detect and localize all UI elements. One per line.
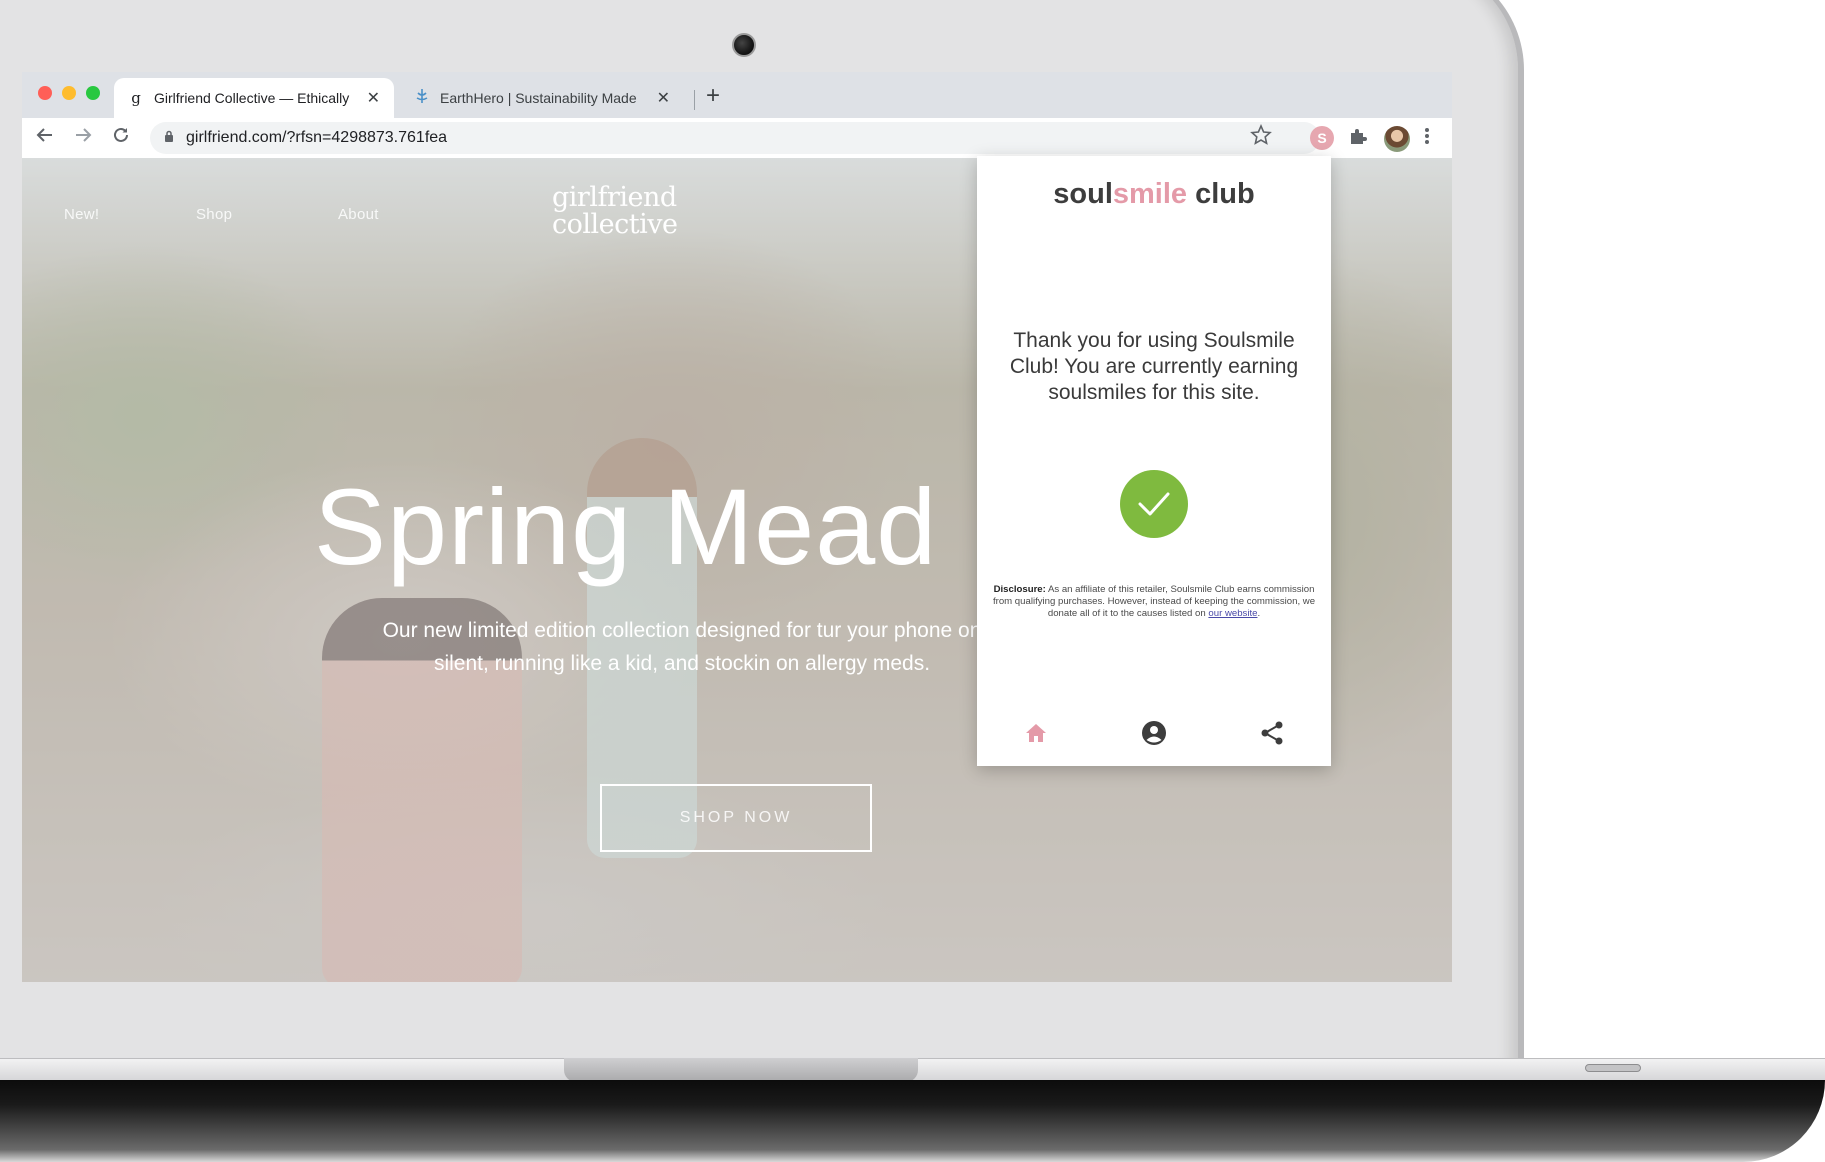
profile-avatar[interactable] (1384, 126, 1410, 152)
tab-girlfriend-collective[interactable]: g Girlfriend Collective — Ethically ✕ (114, 78, 394, 118)
popup-message: Thank you for using Soulsmile Club! You … (1009, 329, 1299, 404)
brand-smile: smile (1112, 178, 1188, 210)
brand-soul: soul (1053, 178, 1113, 210)
logo-line2: collective (552, 209, 678, 240)
laptop-bottom-shadow (0, 1080, 1825, 1162)
tab-close-icon[interactable]: ✕ (367, 88, 380, 108)
site-nav-new[interactable]: New! (64, 206, 99, 223)
brand-club: club (1187, 178, 1255, 210)
back-arrow-icon[interactable] (36, 126, 54, 150)
reload-icon[interactable] (112, 126, 130, 150)
tab-strip: g Girlfriend Collective — Ethically ✕ Ea… (22, 72, 1452, 118)
browser-window: g Girlfriend Collective — Ethically ✕ Ea… (22, 72, 1452, 982)
laptop-side-slot (1585, 1064, 1641, 1072)
disclosure-label: Disclosure: (993, 584, 1046, 595)
site-logo[interactable]: girlfriend collective (552, 184, 732, 238)
earthhero-icon (414, 88, 430, 108)
tab-title: Girlfriend Collective — Ethically (154, 90, 350, 106)
minimize-window-button[interactable] (62, 86, 76, 100)
site-nav-about[interactable]: About (338, 206, 379, 223)
more-menu-icon[interactable] (1424, 126, 1430, 151)
extensions-puzzle-icon[interactable] (1348, 126, 1368, 152)
bookmark-star-icon[interactable] (1250, 123, 1272, 152)
our-website-link[interactable]: our website (1208, 608, 1257, 619)
disclosure-end: . (1257, 608, 1261, 619)
hero-subtitle: Our new limited edition collection desig… (382, 619, 982, 675)
address-bar[interactable]: girlfriend.com/?rfsn=4298873.761fea (150, 122, 1320, 154)
lock-icon (164, 130, 174, 146)
soulsmile-popup: soulsmile club Thank you for using Souls… (977, 156, 1331, 766)
browser-toolbar: girlfriend.com/?rfsn=4298873.761fea S (22, 118, 1452, 158)
new-tab-icon[interactable]: + (706, 82, 720, 110)
site-nav-shop[interactable]: Shop (196, 206, 232, 223)
account-icon[interactable] (1139, 718, 1169, 748)
disclosure-text: Disclosure: As an affiliate of this reta… (989, 584, 1319, 620)
girlfriend-favicon-icon: g (131, 89, 141, 107)
url-text: girlfriend.com/?rfsn=4298873.761fea (186, 129, 448, 146)
maximize-window-button[interactable] (86, 86, 100, 100)
share-icon[interactable] (1257, 718, 1287, 748)
tab-close-icon[interactable]: ✕ (657, 88, 670, 108)
forward-arrow-icon[interactable] (74, 126, 92, 150)
close-window-button[interactable] (38, 86, 52, 100)
soulsmile-extension-icon[interactable]: S (1310, 126, 1334, 150)
home-icon[interactable] (1021, 718, 1051, 748)
laptop-hinge (564, 1058, 918, 1082)
checkmark-icon (1120, 470, 1188, 538)
shop-now-button[interactable]: SHOP NOW (600, 784, 872, 852)
tab-title: EarthHero | Sustainability Made (440, 90, 637, 106)
tab-separator (694, 90, 695, 110)
tab-earthhero[interactable]: EarthHero | Sustainability Made ✕ (400, 78, 684, 118)
hero-title: Spring Mead (314, 466, 938, 587)
logo-line1: girlfriend (552, 182, 677, 213)
popup-brand: soulsmile club (977, 178, 1331, 211)
webcam (732, 33, 756, 57)
